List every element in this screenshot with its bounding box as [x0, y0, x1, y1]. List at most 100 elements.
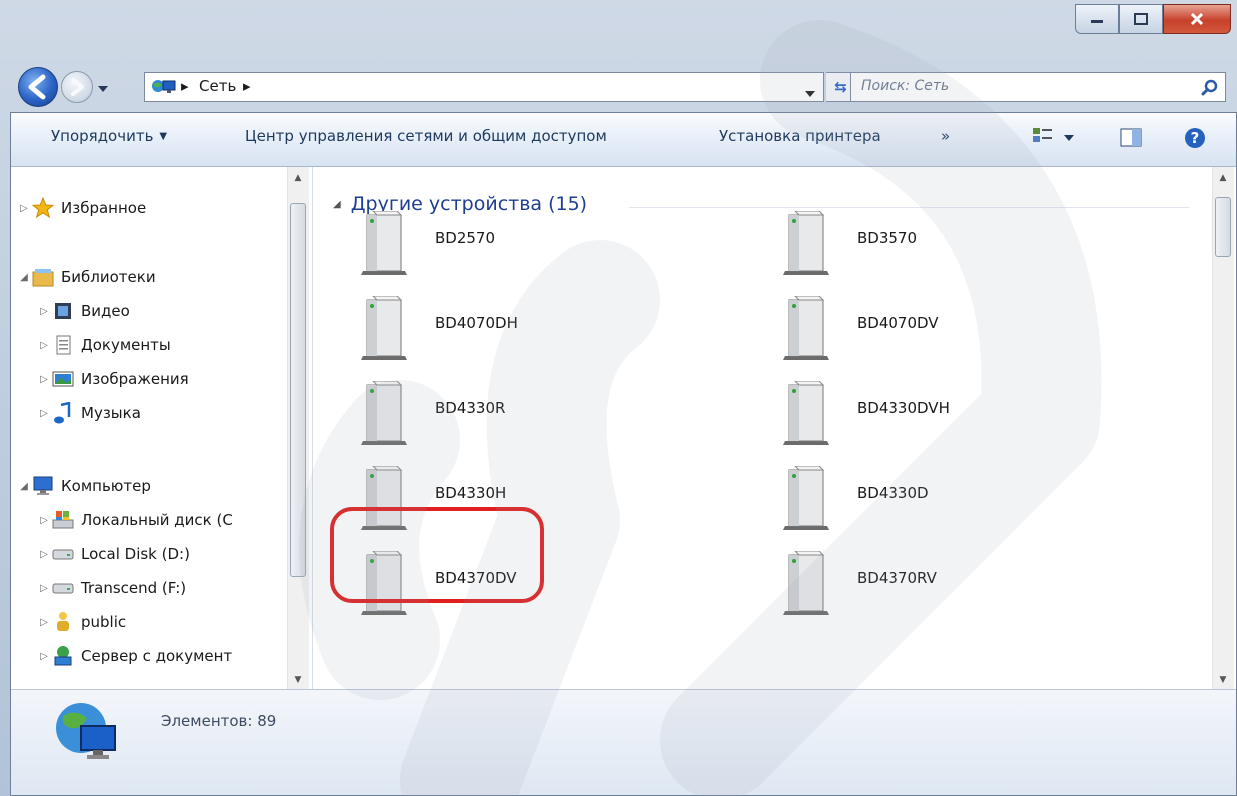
sidebar-scroll-thumb[interactable] — [290, 203, 306, 577]
organize-button[interactable]: Упорядочить ▼ — [51, 127, 167, 145]
more-commands-button[interactable]: » — [941, 127, 950, 145]
disk-c-icon — [51, 509, 75, 531]
address-bar-row: ▸ Сеть ▸ ⇆ Поиск: Сеть — [18, 66, 1226, 108]
computer-tower-icon — [783, 551, 829, 615]
view-list-icon — [1033, 128, 1074, 142]
group-divider — [629, 207, 1189, 208]
sidebar-item-label: Локальный диск (C — [81, 511, 233, 529]
help-button[interactable]: ? — [1183, 126, 1207, 154]
device-item[interactable]: BD4070DV — [779, 296, 1179, 366]
close-button[interactable] — [1163, 4, 1231, 34]
scroll-down-icon[interactable]: ▼ — [1213, 675, 1233, 685]
arrow-left-icon — [28, 74, 46, 100]
sidebar-item-libraries[interactable]: ◢ Библиотеки — [17, 263, 156, 291]
collapse-icon[interactable]: ◢ — [17, 272, 31, 283]
scroll-up-icon[interactable]: ▲ — [1213, 173, 1233, 183]
sidebar-item-label: Документы — [81, 336, 171, 354]
view-options-button[interactable] — [1031, 126, 1077, 154]
expand-icon[interactable]: ▷ — [37, 549, 51, 560]
device-item[interactable]: BD4370RV — [779, 551, 1179, 621]
sidebar-item-disk-c[interactable]: ▷ Локальный диск (C — [37, 506, 233, 534]
device-name: BD2570 — [435, 229, 496, 247]
expand-icon[interactable]: ▷ — [37, 651, 51, 662]
maximize-button[interactable] — [1119, 4, 1163, 34]
sidebar-item-server[interactable]: ▷ Сервер с документ — [37, 642, 232, 670]
device-name: BD4330DVH — [857, 399, 950, 417]
sidebar-item-documents[interactable]: ▷ Документы — [37, 331, 171, 359]
minimize-button[interactable] — [1075, 4, 1119, 34]
help-icon: ? — [1185, 128, 1205, 148]
sidebar-item-label: Избранное — [61, 199, 147, 217]
sidebar-item-computer[interactable]: ◢ Компьютер — [17, 472, 151, 500]
details-pane: Элементов: 89 — [11, 689, 1236, 795]
organize-label: Упорядочить — [51, 127, 154, 145]
network-center-button[interactable]: Центр управления сетями и общим доступом — [245, 127, 607, 145]
device-item[interactable]: BD2570 — [357, 211, 757, 281]
expand-icon[interactable]: ▷ — [37, 515, 51, 526]
device-item[interactable]: BD3570 — [779, 211, 1179, 281]
preview-pane-button[interactable] — [1119, 126, 1143, 154]
sidebar-item-video[interactable]: ▷ Видео — [37, 297, 130, 325]
user-icon — [51, 611, 75, 633]
device-item[interactable]: BD4330R — [357, 381, 757, 451]
recent-pages-button[interactable] — [97, 80, 109, 98]
sidebar-item-disk-d[interactable]: ▷ Local Disk (D:) — [37, 540, 190, 568]
expand-icon[interactable]: ▷ — [37, 583, 51, 594]
sidebar-scrollbar[interactable]: ▲ ▼ — [287, 167, 309, 689]
computer-tower-icon — [361, 296, 407, 360]
sidebar-item-label: Видео — [81, 302, 130, 320]
device-item[interactable]: BD4330DVH — [779, 381, 1179, 451]
add-printer-button[interactable]: Установка принтера — [719, 127, 881, 145]
breadcrumb-separator[interactable]: ▸ — [243, 77, 251, 95]
computer-tower-icon — [783, 296, 829, 360]
address-dropdown-button[interactable] — [805, 84, 815, 102]
star-icon — [31, 197, 55, 219]
expand-icon[interactable]: ▷ — [17, 203, 31, 214]
item-count: Элементов: 89 — [161, 712, 277, 730]
collapse-icon[interactable]: ◢ — [333, 199, 341, 210]
window-controls — [1075, 4, 1231, 34]
sidebar-item-images[interactable]: ▷ Изображения — [37, 365, 189, 393]
title-bar — [0, 0, 1237, 60]
content-scroll-thumb[interactable] — [1215, 197, 1231, 257]
maximize-icon — [1134, 13, 1148, 25]
sidebar-item-public[interactable]: ▷ public — [37, 608, 126, 636]
search-input[interactable]: Поиск: Сеть — [850, 72, 1226, 102]
device-name: BD4070DH — [435, 314, 518, 332]
expand-icon[interactable]: ▷ — [37, 617, 51, 628]
collapse-icon[interactable]: ◢ — [17, 481, 31, 492]
content-pane: ◢ Другие устройства (15) BD2570 BD3570 BD4… — [313, 167, 1236, 689]
expand-icon[interactable]: ▷ — [37, 408, 51, 419]
breadcrumb-separator[interactable]: ▸ — [181, 77, 189, 95]
device-name: BD4330R — [435, 399, 506, 417]
document-icon — [51, 334, 75, 356]
scroll-down-icon[interactable]: ▼ — [288, 675, 308, 685]
sidebar-item-label: Local Disk (D:) — [81, 545, 190, 563]
breadcrumb-network[interactable]: Сеть — [199, 77, 236, 95]
search-icon — [1201, 79, 1218, 96]
expand-icon[interactable]: ▷ — [37, 306, 51, 317]
device-name: BD3570 — [857, 229, 918, 247]
forward-button[interactable] — [61, 71, 93, 103]
sidebar-item-music[interactable]: ▷ Музыка — [37, 399, 141, 427]
arrow-right-icon — [71, 78, 84, 96]
device-item[interactable]: BD4070DH — [357, 296, 757, 366]
scroll-up-icon[interactable]: ▲ — [288, 173, 308, 183]
navigation-pane: ▷ Избранное ◢ Библиотеки ▷ Видео ▷ Докум… — [11, 167, 313, 689]
sidebar-item-label: Сервер с документ — [81, 647, 233, 665]
device-item[interactable]: BD4330D — [779, 466, 1179, 536]
sidebar-item-label: Transcend (F:) — [81, 579, 187, 597]
expand-icon[interactable]: ▷ — [37, 340, 51, 351]
computer-icon — [31, 475, 55, 497]
address-input[interactable]: ▸ Сеть ▸ — [144, 72, 824, 102]
chevron-down-icon — [98, 86, 108, 92]
expand-icon[interactable]: ▷ — [37, 374, 51, 385]
video-icon — [51, 300, 75, 322]
drive-icon — [51, 577, 75, 599]
sidebar-item-transcend[interactable]: ▷ Transcend (F:) — [37, 574, 186, 602]
back-button[interactable] — [18, 67, 58, 107]
explorer-window: Упорядочить ▼ Центр управления сетями и о… — [10, 112, 1237, 796]
content-scrollbar[interactable]: ▲ ▼ — [1212, 167, 1234, 689]
network-icon — [152, 80, 176, 93]
sidebar-item-favorites[interactable]: ▷ Избранное — [17, 194, 146, 222]
